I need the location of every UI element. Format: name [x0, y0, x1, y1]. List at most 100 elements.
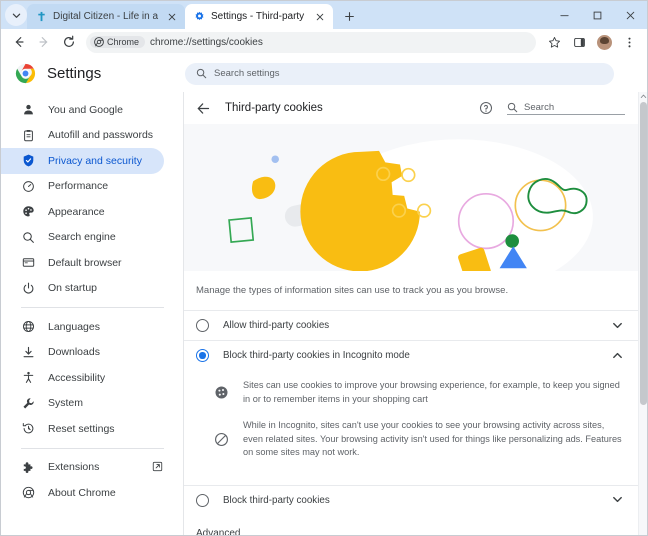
- settings-header: Settings Search settings: [1, 55, 647, 92]
- maximize-button[interactable]: [581, 1, 614, 29]
- chrome-settings-favicon: [195, 11, 204, 21]
- sidebar-item-languages[interactable]: Languages: [1, 314, 164, 340]
- search-icon: [196, 68, 207, 79]
- clipboard-icon: [21, 128, 35, 142]
- chrome-icon: [21, 486, 35, 500]
- accessibility-icon: [21, 371, 35, 385]
- help-circle-icon[interactable]: [479, 101, 493, 115]
- option-block-third-party-cookies-incognito[interactable]: Block third-party cookies in Incognito m…: [184, 340, 638, 370]
- sidebar-item-you-and-google[interactable]: You and Google: [1, 97, 164, 123]
- sidebar-item-label: Accessibility: [48, 371, 106, 384]
- sidebar-item-autofill-and-passwords[interactable]: Autofill and passwords: [1, 123, 164, 149]
- address-bar[interactable]: Chrome chrome://settings/cookies: [86, 31, 536, 53]
- new-tab-button[interactable]: [338, 5, 360, 27]
- subpage-search-placeholder: Search: [524, 101, 555, 113]
- close-icon[interactable]: [165, 10, 178, 23]
- speedometer-icon: [21, 179, 35, 193]
- sidebar-item-appearance[interactable]: Appearance: [1, 199, 164, 225]
- tab-digital-citizen[interactable]: Digital Citizen - Life in a digital: [27, 4, 185, 29]
- bookmark-button[interactable]: [542, 30, 566, 54]
- chrome-chip-label: Chrome: [107, 37, 140, 47]
- close-window-button[interactable]: [614, 1, 647, 29]
- tab-strip: Digital Citizen - Life in a digital Sett…: [1, 1, 647, 29]
- magnifier-icon: [21, 230, 35, 244]
- history-icon: [21, 422, 35, 436]
- forward-button[interactable]: [32, 30, 56, 54]
- scrollbar-thumb[interactable]: [640, 102, 647, 405]
- sidebar-item-label: Downloads: [48, 346, 100, 359]
- sidebar-item-on-startup[interactable]: On startup: [1, 276, 164, 302]
- sidebar-item-privacy-and-security[interactable]: Privacy and security: [1, 148, 164, 174]
- sidebar-item-default-browser[interactable]: Default browser: [1, 250, 164, 276]
- side-panel-button[interactable]: [567, 30, 591, 54]
- radio-allow-third-party-cookies[interactable]: [196, 319, 209, 332]
- radio-block-third-party-cookies-incognito[interactable]: [196, 349, 209, 362]
- sidebar-item-about-chrome[interactable]: About Chrome: [1, 480, 164, 506]
- sidebar-divider-2: [21, 447, 164, 449]
- sidebar-item-accessibility[interactable]: Accessibility: [1, 365, 164, 391]
- minimize-button[interactable]: [548, 1, 581, 29]
- option-block-third-party-cookies[interactable]: Block third-party cookies: [184, 484, 638, 515]
- chrome-menu-button[interactable]: [617, 30, 641, 54]
- sidebar-item-label: On startup: [48, 282, 98, 295]
- url-text: chrome://settings/cookies: [150, 36, 263, 48]
- back-arrow-icon[interactable]: [195, 100, 211, 116]
- tab-search-button[interactable]: [5, 4, 27, 26]
- globe-icon: [21, 320, 35, 334]
- sidebar-item-label: Reset settings: [48, 422, 115, 435]
- sidebar-item-extensions[interactable]: Extensions: [1, 455, 164, 481]
- reload-button[interactable]: [57, 30, 81, 54]
- radio-block-third-party-cookies[interactable]: [196, 493, 209, 507]
- cookie-illustration-graphic: [184, 124, 638, 271]
- external-link-icon: [152, 461, 164, 473]
- chrome-origin-chip: Chrome: [90, 36, 146, 48]
- settings-body: You and Google Autofill and passwords Pr…: [1, 92, 647, 535]
- digital-citizen-favicon: [38, 11, 45, 22]
- block-icon: [214, 432, 229, 447]
- cookie-settings-content: Manage the types of information sites ca…: [184, 271, 638, 535]
- close-icon[interactable]: [313, 10, 326, 23]
- vertical-scrollbar[interactable]: [638, 92, 647, 535]
- power-icon: [21, 281, 35, 295]
- sidebar-item-label: Search engine: [48, 231, 116, 244]
- sidebar-item-performance[interactable]: Performance: [1, 174, 164, 200]
- third-party-cookies-card: Third-party cookies Search Manage the ty…: [183, 92, 638, 535]
- chrome-browser-window: Digital Citizen - Life in a digital Sett…: [0, 0, 648, 536]
- sidebar-item-label: Default browser: [48, 256, 122, 269]
- advanced-heading: Advanced: [196, 527, 241, 536]
- tab-settings-third-party-cookies[interactable]: Settings - Third-party cookies: [185, 4, 333, 29]
- tab-title: Settings - Third-party cookies: [211, 10, 307, 22]
- cookie-icon: [214, 385, 229, 400]
- subpage-title: Third-party cookies: [225, 102, 323, 114]
- option-label: Block third-party cookies: [223, 494, 330, 506]
- back-button[interactable]: [7, 30, 31, 54]
- sidebar-item-reset-settings[interactable]: Reset settings: [1, 416, 164, 442]
- sidebar-item-label: Languages: [48, 320, 100, 333]
- scroll-up-arrow-icon[interactable]: [639, 92, 647, 101]
- chevron-up-icon[interactable]: [611, 349, 625, 363]
- chevron-down-icon[interactable]: [611, 493, 625, 507]
- sidebar-item-system[interactable]: System: [1, 391, 164, 417]
- shield-icon: [21, 154, 35, 168]
- chevron-down-icon: [12, 13, 20, 18]
- sidebar-item-search-engine[interactable]: Search engine: [1, 225, 164, 251]
- window-controls: [548, 1, 647, 29]
- search-settings-input[interactable]: Search settings: [185, 62, 614, 85]
- subpage-header: Third-party cookies Search: [184, 92, 638, 124]
- profile-button[interactable]: [592, 30, 616, 54]
- plus-icon: [344, 11, 354, 21]
- back-arrow-icon: [15, 37, 24, 47]
- sidebar-item-label: Privacy and security: [48, 154, 142, 167]
- cookie-illustration: [184, 124, 638, 271]
- three-dot-menu-icon: [627, 37, 631, 47]
- sidebar-item-label: System: [48, 397, 84, 410]
- sidebar-item-label: Extensions: [48, 461, 100, 474]
- subpage-search-input[interactable]: Search: [507, 102, 625, 115]
- sidebar-item-downloads[interactable]: Downloads: [1, 340, 164, 366]
- chevron-down-icon[interactable]: [611, 319, 625, 333]
- minimize-icon: [560, 14, 569, 16]
- tab-title: Digital Citizen - Life in a digital: [53, 10, 159, 22]
- settings-brand[interactable]: Settings: [1, 63, 177, 84]
- sidebar-item-label: Performance: [48, 180, 109, 193]
- option-allow-third-party-cookies[interactable]: Allow third-party cookies: [184, 310, 638, 340]
